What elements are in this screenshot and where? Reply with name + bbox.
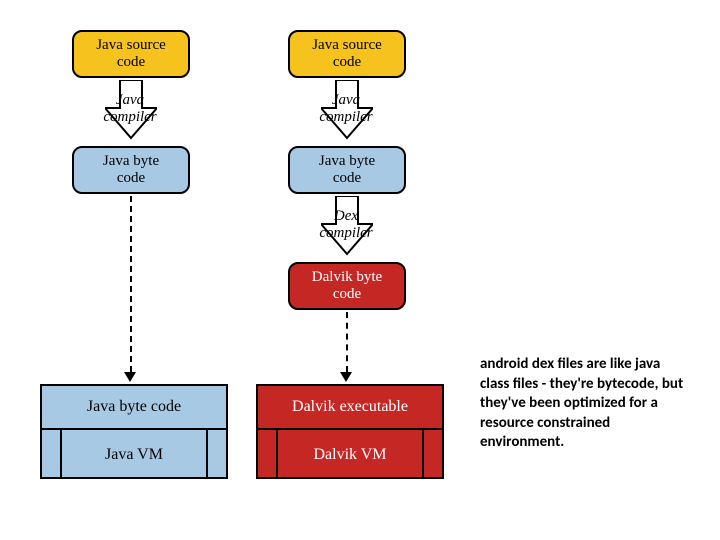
label-java-vm: Java VM xyxy=(105,446,163,464)
dashed-arrow-left xyxy=(130,196,132,372)
text: compiler xyxy=(319,109,372,125)
text: Java xyxy=(116,92,144,108)
box-dalvik-bytecode: Dalvik byte code xyxy=(288,262,406,310)
label-dalvik-executable: Dalvik executable xyxy=(292,398,408,416)
label-java-compiler-right: Java compiler xyxy=(296,92,396,125)
text: Dalvik byte xyxy=(312,269,382,286)
label-java-byte-code: Java byte code xyxy=(87,398,181,416)
text: code xyxy=(333,54,361,71)
dashed-arrow-right xyxy=(346,312,348,372)
dashed-arrow-head-left xyxy=(124,372,136,382)
box-java-source-right: Java source code xyxy=(288,30,406,78)
text: Java byte xyxy=(319,153,375,170)
dashed-arrow-head-right xyxy=(340,372,352,382)
annotation-text: android dex files are like java class fi… xyxy=(480,355,690,453)
text: Java xyxy=(332,92,360,108)
table-dalvik-vm: Dalvik executable Dalvik VM xyxy=(256,384,444,479)
text: code xyxy=(117,170,145,187)
box-java-source-left: Java source code xyxy=(72,30,190,78)
text: code xyxy=(333,170,361,187)
text: Dex xyxy=(334,208,358,224)
box-java-bytecode-right: Java byte code xyxy=(288,146,406,194)
text: Java source xyxy=(96,37,166,54)
text: Java source xyxy=(312,37,382,54)
text: code xyxy=(117,54,145,71)
box-java-bytecode-left: Java byte code xyxy=(72,146,190,194)
text: compiler xyxy=(319,225,372,241)
label-dalvik-vm: Dalvik VM xyxy=(313,446,386,464)
text: compiler xyxy=(103,109,156,125)
label-java-compiler-left: Java compiler xyxy=(80,92,180,125)
table-java-vm: Java byte code Java VM xyxy=(40,384,228,479)
diagram-canvas: Java source code Java compiler Java byte… xyxy=(0,0,720,540)
label-dex-compiler: Dex compiler xyxy=(296,208,396,241)
text: Java byte xyxy=(103,153,159,170)
text: code xyxy=(333,286,361,303)
